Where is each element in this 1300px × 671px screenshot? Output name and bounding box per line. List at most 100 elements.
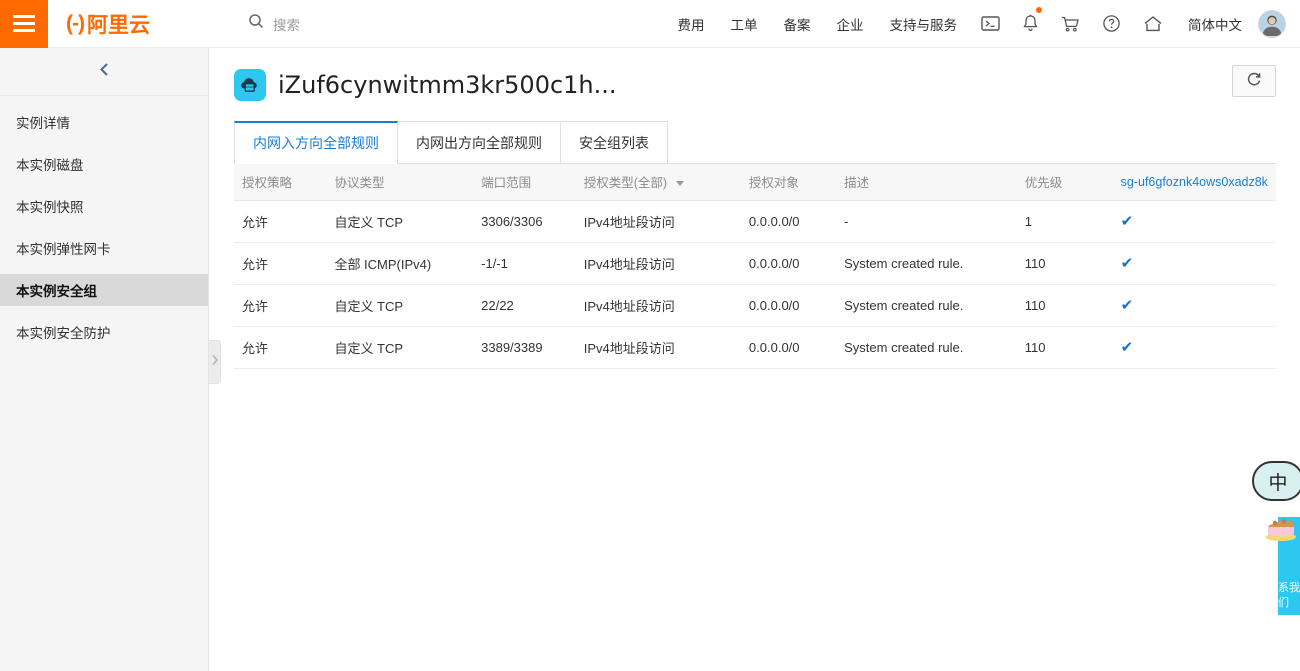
cell-auth-object: 0.0.0.0/0	[740, 284, 837, 327]
sidebar-item-security-protection[interactable]: 本实例安全防护	[0, 316, 208, 348]
cell-priority: 110	[1016, 326, 1113, 369]
cell-auth-object: 0.0.0.0/0	[740, 326, 837, 369]
chevron-right-icon	[211, 353, 219, 371]
cell-description: -	[836, 200, 1017, 243]
page-title: iZuf6cynwitmm3kr500c1h...	[278, 71, 617, 99]
cell-description: System created rule.	[836, 284, 1017, 327]
cell-port-range: 3306/3306	[473, 200, 576, 243]
table-header-row: 授权策略 协议类型 端口范围 授权类型(全部) 授权对象 描述 优先级 sg-u…	[234, 164, 1276, 201]
sidebar-item-snapshots[interactable]: 本实例快照	[0, 190, 208, 222]
cell-auth-object: 0.0.0.0/0	[740, 242, 837, 285]
cell-protocol: 自定义 TCP	[326, 200, 474, 243]
sidebar-item-instance-detail[interactable]: 实例详情	[0, 106, 208, 138]
column-header-auth-object: 授权对象	[740, 164, 837, 201]
home-icon[interactable]	[1132, 15, 1174, 33]
refresh-icon	[1246, 71, 1262, 92]
bell-icon[interactable]	[1011, 7, 1050, 33]
table-row[interactable]: 允许 自定义 TCP 3306/3306 IPv4地址段访问 0.0.0.0/0…	[234, 200, 1276, 243]
cell-policy: 允许	[234, 242, 327, 285]
language-selector[interactable]: 简体中文	[1174, 14, 1252, 34]
tab-label: 安全组列表	[579, 134, 649, 151]
table-row[interactable]: 允许 自定义 TCP 22/22 IPv4地址段访问 0.0.0.0/0 Sys…	[234, 284, 1276, 327]
sidebar-collapse-button[interactable]	[0, 48, 208, 96]
sidebar-item-label: 本实例安全防护	[16, 326, 111, 341]
cell-policy: 允许	[234, 284, 327, 327]
search-box[interactable]: 搜索	[248, 13, 300, 34]
brand-logo[interactable]: (-) 阿里云	[66, 9, 150, 39]
hamburger-menu-button[interactable]	[0, 0, 48, 48]
cell-enabled-status: ✔	[1112, 242, 1276, 285]
cell-priority: 1	[1016, 200, 1113, 243]
column-header-auth-type[interactable]: 授权类型(全部)	[575, 164, 741, 201]
check-icon: ✔	[1120, 297, 1134, 314]
page-header: iZuf6cynwitmm3kr500c1h...	[234, 48, 1276, 122]
hamburger-icon-line	[13, 15, 35, 18]
column-header-auth-type-label: 授权类型(全部)	[583, 176, 668, 191]
top-navigation-bar: (-) 阿里云 搜索 费用 工单 备案 企业 支持与服务 简体中文	[0, 0, 1300, 48]
nav-link-icp[interactable]: 备案	[771, 14, 824, 34]
tab-bar: 内网入方向全部规则 内网出方向全部规则 安全组列表	[234, 121, 1276, 164]
nav-link-enterprise[interactable]: 企业	[824, 14, 877, 34]
main-content: iZuf6cynwitmm3kr500c1h... 内网入方向全部规则 内网出方…	[210, 48, 1300, 671]
check-icon: ✔	[1120, 339, 1134, 356]
notification-dot	[1036, 7, 1042, 13]
tab-inbound-rules[interactable]: 内网入方向全部规则	[234, 121, 398, 164]
cell-auth-object: 0.0.0.0/0	[740, 200, 837, 243]
nav-link-tickets[interactable]: 工单	[718, 14, 771, 34]
column-header-policy: 授权策略	[234, 164, 327, 201]
column-header-protocol: 协议类型	[326, 164, 474, 201]
security-group-id-link[interactable]: sg-uf6gfoznk4ows0xadz8k	[1112, 164, 1276, 201]
cell-enabled-status: ✔	[1112, 326, 1276, 369]
sidebar-item-eni[interactable]: 本实例弹性网卡	[0, 232, 208, 264]
sidebar-expand-handle[interactable]	[209, 340, 221, 384]
chat-bubble-widget[interactable]: 中	[1252, 461, 1300, 501]
refresh-button[interactable]	[1232, 65, 1276, 97]
security-rules-table: 授权策略 协议类型 端口范围 授权类型(全部) 授权对象 描述 优先级 sg-u…	[234, 164, 1276, 369]
sidebar-item-label: 本实例弹性网卡	[16, 242, 111, 257]
help-icon[interactable]	[1091, 14, 1132, 33]
table-header: 授权策略 协议类型 端口范围 授权类型(全部) 授权对象 描述 优先级 sg-u…	[234, 164, 1276, 201]
cell-policy: 允许	[234, 326, 327, 369]
cell-policy: 允许	[234, 200, 327, 243]
cell-port-range: -1/-1	[473, 242, 576, 285]
nav-link-fees[interactable]: 费用	[665, 14, 718, 34]
terminal-icon[interactable]	[970, 15, 1011, 32]
sidebar-item-label: 实例详情	[16, 116, 70, 131]
cell-port-range: 22/22	[473, 284, 576, 327]
sidebar-item-label: 本实例磁盘	[16, 158, 84, 173]
left-sidebar: 实例详情 本实例磁盘 本实例快照 本实例弹性网卡 本实例安全组 本实例安全防护	[0, 48, 209, 671]
cell-auth-type: IPv4地址段访问	[575, 326, 741, 369]
sidebar-item-disks[interactable]: 本实例磁盘	[0, 148, 208, 180]
hamburger-icon-line	[13, 29, 35, 32]
contact-us-tab[interactable]: 系我们	[1278, 517, 1300, 615]
cell-protocol: 自定义 TCP	[326, 284, 474, 327]
chat-bubble-label: 中	[1268, 471, 1288, 494]
cart-icon[interactable]	[1050, 15, 1091, 33]
cell-auth-type: IPv4地址段访问	[575, 284, 741, 327]
cell-auth-type: IPv4地址段访问	[575, 200, 741, 243]
search-icon	[248, 13, 264, 34]
cloud-server-icon	[234, 69, 266, 101]
cell-port-range: 3389/3389	[473, 326, 576, 369]
check-icon: ✔	[1120, 213, 1134, 230]
user-avatar[interactable]	[1258, 9, 1286, 38]
chevron-down-icon[interactable]	[675, 181, 684, 187]
cell-priority: 110	[1016, 284, 1113, 327]
check-icon: ✔	[1120, 255, 1134, 272]
nav-link-support[interactable]: 支持与服务	[877, 14, 971, 34]
search-input-placeholder[interactable]: 搜索	[273, 14, 300, 34]
table-row[interactable]: 允许 自定义 TCP 3389/3389 IPv4地址段访问 0.0.0.0/0…	[234, 326, 1276, 369]
tab-outbound-rules[interactable]: 内网出方向全部规则	[397, 121, 561, 163]
cell-priority: 110	[1016, 242, 1113, 285]
tab-label: 内网出方向全部规则	[416, 134, 542, 151]
table-row[interactable]: 允许 全部 ICMP(IPv4) -1/-1 IPv4地址段访问 0.0.0.0…	[234, 242, 1276, 285]
column-header-description: 描述	[836, 164, 1017, 201]
contact-us-label: 系我们	[1278, 582, 1300, 609]
cell-enabled-status: ✔	[1112, 284, 1276, 327]
sidebar-item-security-groups[interactable]: 本实例安全组	[0, 274, 208, 306]
tab-security-group-list[interactable]: 安全组列表	[560, 121, 668, 163]
